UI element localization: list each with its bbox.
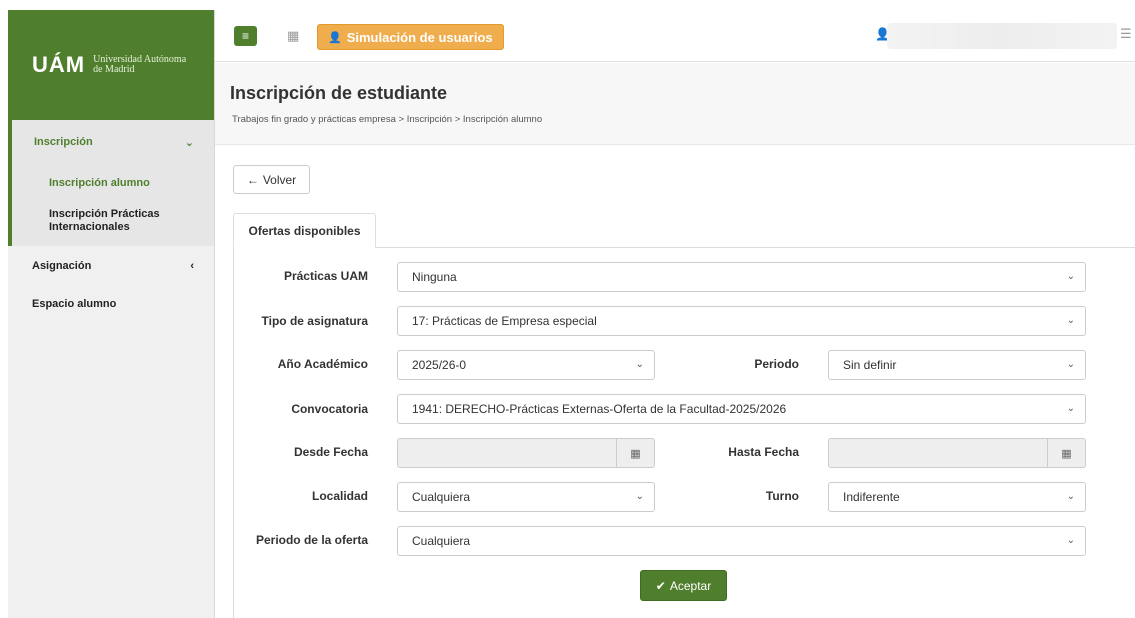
turno-value: Indiferente — [843, 490, 900, 504]
periodo-select[interactable]: Sin definir ⌄ — [828, 350, 1086, 380]
chevron-down-icon: ⌄ — [184, 136, 194, 149]
check-icon: ✔ — [655, 578, 666, 593]
sidebar-item-label: Espacio alumno — [32, 298, 117, 310]
back-button-label: Volver — [262, 172, 297, 187]
chevron-down-icon: ⌄ — [635, 359, 644, 370]
practicas-uam-label: Prácticas UAM — [283, 269, 368, 283]
page-title: Inscripción de estudiante — [230, 83, 448, 103]
calendar-icon[interactable]: ▦ — [1047, 439, 1085, 467]
user-name-redacted[interactable] — [887, 23, 1117, 49]
periodo-label: Periodo — [754, 357, 799, 371]
anio-academico-label: Año Académico — [277, 357, 368, 371]
sidebar-item-label: Inscripción — [34, 136, 93, 148]
tab-ofertas-disponibles[interactable]: Ofertas disponibles — [233, 213, 376, 248]
breadcrumb: Trabajos fin grado y prácticas empresa >… — [232, 114, 543, 125]
anio-academico-value: 2025/26-0 — [412, 358, 467, 372]
sidebar-item-inscripcion[interactable]: Inscripción ⌄ — [12, 120, 214, 164]
back-button[interactable]: ← Volver — [233, 165, 310, 194]
uam-logo[interactable]: UÁM Universidad Autónoma de Madrid — [8, 10, 214, 120]
chevron-down-icon: ⌄ — [1066, 359, 1075, 370]
anio-academico-select[interactable]: 2025/26-0 ⌄ — [397, 350, 655, 380]
desde-fecha-label: Desde Fecha — [293, 445, 368, 459]
hasta-fecha-input[interactable]: ▦ — [828, 438, 1086, 468]
localidad-label: Localidad — [311, 489, 368, 503]
convocatoria-label: Convocatoria — [291, 402, 368, 416]
sidebar-item-practicas-internacionales[interactable]: Inscripción Prácticas Internacionales — [12, 202, 182, 246]
chevron-down-icon: ⌄ — [1066, 403, 1075, 414]
sidebar-item-inscripcion-alumno[interactable]: Inscripción alumno — [12, 164, 214, 202]
tipo-asignatura-label: Tipo de asignatura — [261, 314, 368, 328]
calendar-icon[interactable]: ▦ — [616, 439, 654, 467]
periodo-oferta-label: Periodo de la oferta — [255, 533, 368, 547]
chevron-left-icon: ‹ — [190, 260, 194, 272]
tipo-asignatura-select[interactable]: 17: Prácticas de Empresa especial ⌄ — [397, 306, 1086, 336]
localidad-select[interactable]: Cualquiera ⌄ — [397, 482, 655, 512]
top-bar: ≡ ▦ 👤 Simulación de usuarios 👤 ☰ — [215, 10, 1135, 62]
sidebar-item-label: Asignación — [32, 260, 92, 272]
menu-toggle-button[interactable]: ≡ — [234, 26, 257, 46]
accept-button-label: Aceptar — [669, 578, 712, 593]
arrow-left-icon: ← — [246, 172, 259, 187]
options-menu-icon[interactable]: ☰ — [1120, 26, 1132, 42]
chevron-down-icon: ⌄ — [1066, 535, 1075, 546]
periodo-value: Sin definir — [843, 358, 897, 372]
sidebar-item-espacio-alumno[interactable]: Espacio alumno — [8, 286, 214, 322]
sidebar-item-label: Inscripción alumno — [49, 177, 150, 189]
turno-label: Turno — [765, 489, 799, 503]
logo-text: Universidad Autónoma de Madrid — [93, 55, 186, 75]
periodo-oferta-select[interactable]: Cualquiera ⌄ — [397, 526, 1086, 556]
tipo-asignatura-value: 17: Prácticas de Empresa especial — [412, 314, 597, 328]
localidad-value: Cualquiera — [412, 490, 471, 504]
chevron-down-icon: ⌄ — [1066, 315, 1075, 326]
logo-line-2: de Madrid — [93, 64, 135, 75]
form-panel — [233, 247, 1135, 618]
sidebar: UÁM Universidad Autónoma de Madrid Inscr… — [8, 10, 215, 618]
chevron-down-icon: ⌄ — [1066, 491, 1075, 502]
accept-button[interactable]: ✔ Aceptar — [640, 570, 727, 601]
periodo-oferta-value: Cualquiera — [412, 534, 471, 548]
hasta-fecha-label: Hasta Fecha — [728, 445, 799, 459]
menu-group-inscripcion: Inscripción ⌄ Inscripción alumno Inscrip… — [8, 120, 214, 246]
tab-label: Ofertas disponibles — [248, 223, 361, 238]
convocatoria-value: 1941: DERECHO-Prácticas Externas-Oferta … — [412, 402, 787, 416]
practicas-uam-value: Ninguna — [412, 270, 457, 284]
page-header: Inscripción de estudiante Trabajos fin g… — [215, 63, 1135, 145]
user-secret-icon: 👤 — [328, 31, 342, 44]
practicas-uam-select[interactable]: Ninguna ⌄ — [397, 262, 1086, 292]
turno-select[interactable]: Indiferente ⌄ — [828, 482, 1086, 512]
logo-mark: UÁM — [32, 52, 86, 77]
sidebar-item-asignacion[interactable]: Asignación ‹ — [8, 246, 214, 286]
sidebar-item-label: Inscripción Prácticas Internacionales — [49, 208, 160, 233]
convocatoria-select[interactable]: 1941: DERECHO-Prácticas Externas-Oferta … — [397, 394, 1086, 424]
chevron-down-icon: ⌄ — [635, 491, 644, 502]
hamburger-icon: ≡ — [241, 29, 249, 43]
desde-fecha-input[interactable]: ▦ — [397, 438, 655, 468]
simulate-users-label: Simulación de usuarios — [346, 29, 493, 45]
chevron-down-icon: ⌄ — [1066, 271, 1075, 282]
apps-grid-icon[interactable]: ▦ — [287, 28, 299, 44]
simulate-users-button[interactable]: 👤 Simulación de usuarios — [317, 24, 504, 50]
